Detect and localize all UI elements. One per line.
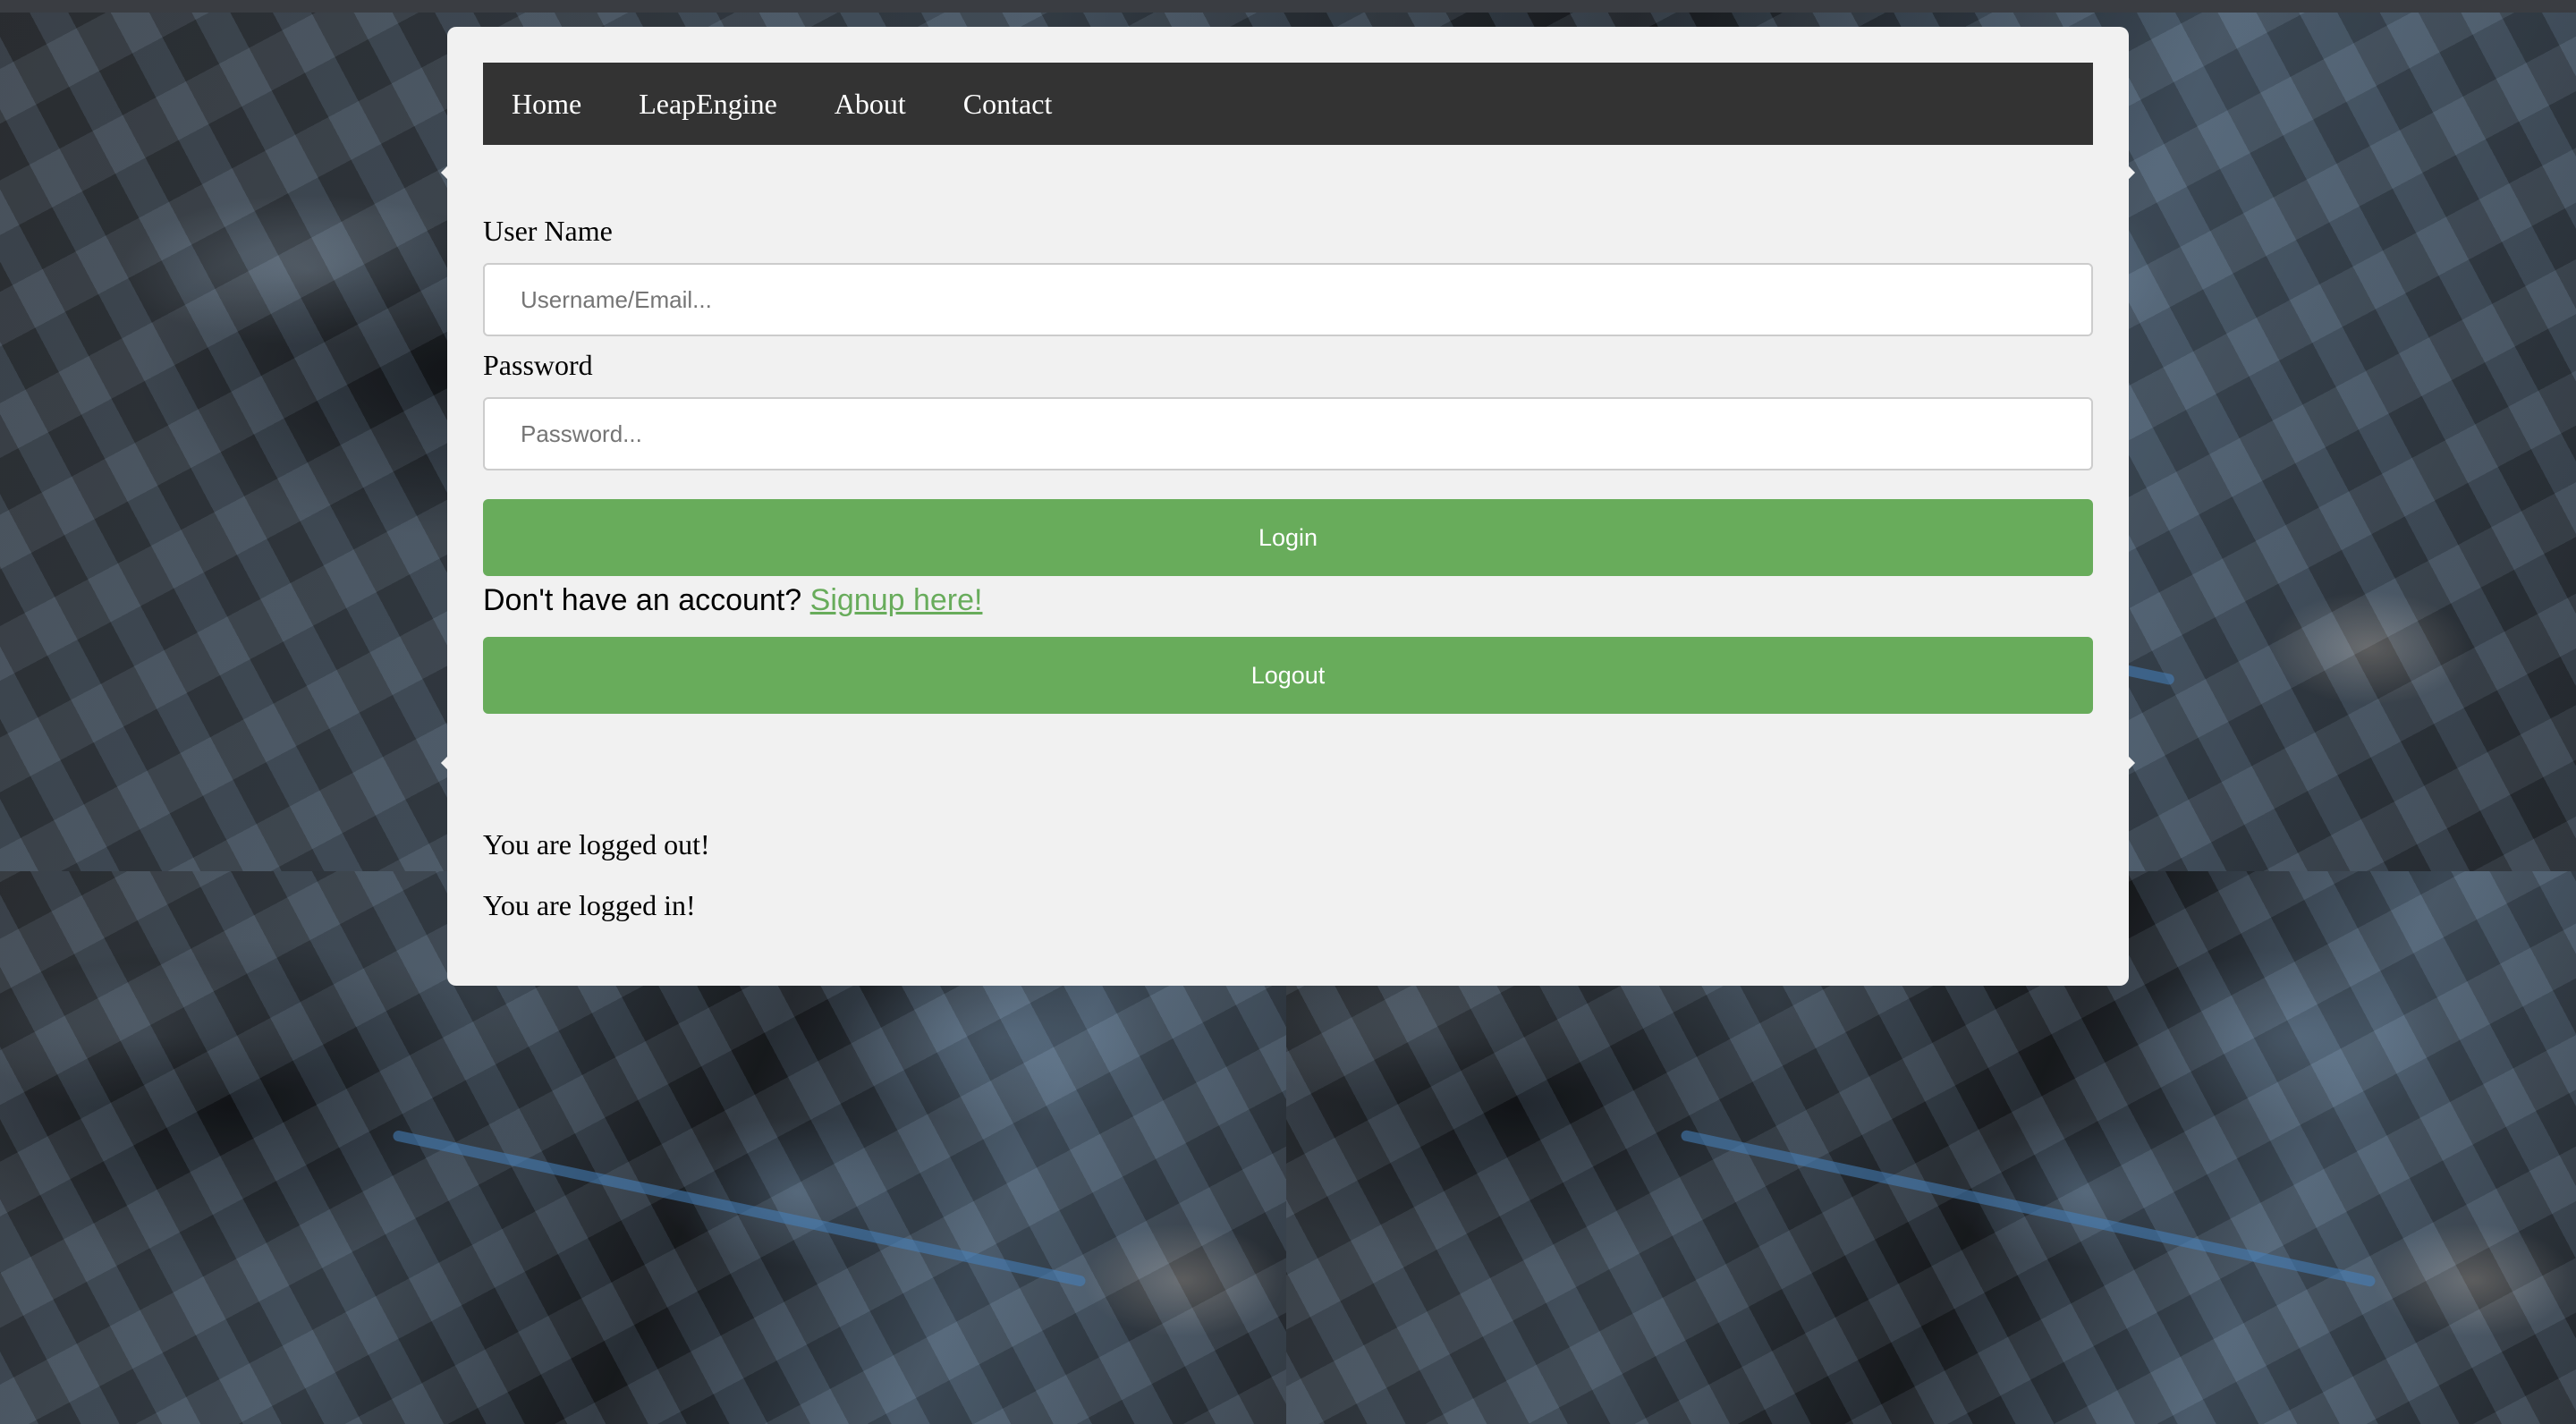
logout-button[interactable]: Logout xyxy=(483,637,2093,714)
logged-in-status: You are logged in! xyxy=(483,889,696,921)
main-panel: Home LeapEngine About Contact User Name … xyxy=(440,27,2136,986)
signup-link[interactable]: Signup here! xyxy=(810,583,983,617)
nav-leapengine-link[interactable]: LeapEngine xyxy=(639,88,777,121)
nav-contact-link[interactable]: Contact xyxy=(963,88,1053,121)
login-button[interactable]: Login xyxy=(483,499,2093,576)
username-label: User Name xyxy=(483,215,613,247)
logged-out-status: You are logged out! xyxy=(483,828,710,860)
nav-home-link[interactable]: Home xyxy=(512,88,581,121)
password-input[interactable] xyxy=(483,397,2093,470)
password-label: Password xyxy=(483,349,593,381)
signup-prompt-text: Don't have an account? xyxy=(483,583,802,617)
nav-about-link[interactable]: About xyxy=(835,88,906,121)
signup-prompt: Don't have an account? Signup here! xyxy=(483,583,982,618)
navbar: Home LeapEngine About Contact xyxy=(483,63,2093,145)
top-strip xyxy=(0,0,2576,13)
username-input[interactable] xyxy=(483,263,2093,336)
